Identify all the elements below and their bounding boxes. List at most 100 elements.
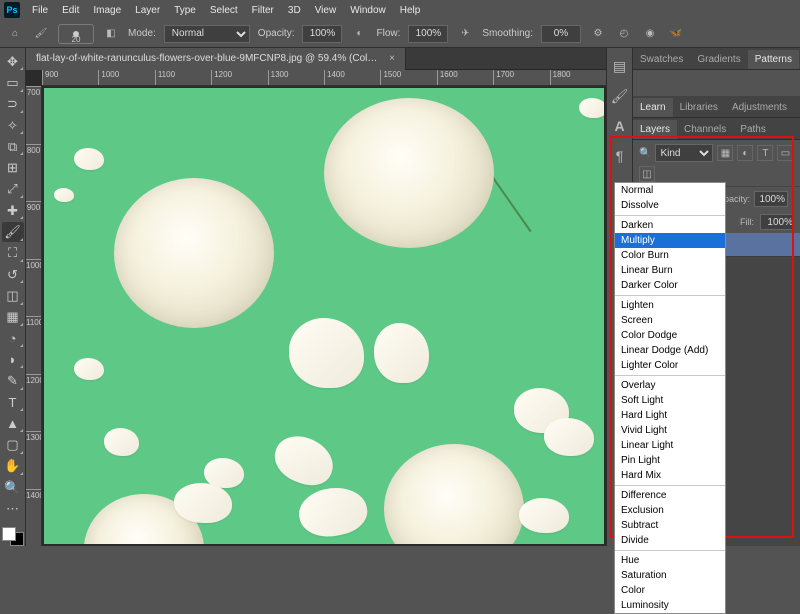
frame-tool-icon[interactable]: ⊞ [2,158,24,177]
blend-option-soft-light[interactable]: Soft Light [615,393,725,408]
layer-opacity-input[interactable] [754,191,788,207]
home-icon[interactable]: ⌂ [6,25,24,43]
blend-option-normal[interactable]: Normal [615,183,725,198]
ruler-horizontal[interactable]: 900 1000 1100 1200 1300 1400 1500 1600 1… [42,70,606,86]
blend-option-color-burn[interactable]: Color Burn [615,248,725,263]
menu-help[interactable]: Help [394,3,427,18]
canvas[interactable] [42,86,606,546]
brush-tool-icon-side[interactable]: 🖌 [2,222,24,241]
eyedropper-tool-icon[interactable]: ⤢ [2,180,24,199]
blend-option-exclusion[interactable]: Exclusion [615,503,725,518]
blend-option-screen[interactable]: Screen [615,313,725,328]
move-tool-icon[interactable]: ✥ [2,52,24,71]
crop-tool-icon[interactable]: ⧉ [2,137,24,156]
menu-type[interactable]: Type [168,3,202,18]
blend-option-dissolve[interactable]: Dissolve [615,198,725,213]
gradient-tool-icon[interactable]: ▦ [2,308,24,327]
tab-libraries[interactable]: Libraries [673,98,725,117]
stamp-tool-icon[interactable]: ⛶ [2,244,24,263]
history-panel-icon[interactable]: ▤ [610,56,630,76]
brush-tool-icon[interactable]: 🖌 [32,25,50,43]
smoothing-input[interactable] [541,25,581,43]
angle-icon[interactable]: ◴ [615,25,633,43]
tab-learn[interactable]: Learn [633,98,673,117]
blend-option-darken[interactable]: Darken [615,218,725,233]
blend-option-linear-dodge-add-[interactable]: Linear Dodge (Add) [615,343,725,358]
brush-preset-picker[interactable]: 20 [58,24,94,44]
type-tool-icon[interactable]: T [2,393,24,412]
pressure-size-icon[interactable]: ◉ [641,25,659,43]
blend-option-linear-burn[interactable]: Linear Burn [615,263,725,278]
marquee-tool-icon[interactable]: ▭ [2,73,24,92]
lasso-tool-icon[interactable]: ⊃ [2,95,24,114]
blend-option-color[interactable]: Color [615,583,725,598]
menu-window[interactable]: Window [344,3,392,18]
wand-tool-icon[interactable]: ✧ [2,116,24,135]
blend-option-vivid-light[interactable]: Vivid Light [615,423,725,438]
tab-adjustments[interactable]: Adjustments [725,98,794,117]
menu-filter[interactable]: Filter [246,3,280,18]
blend-option-hard-light[interactable]: Hard Light [615,408,725,423]
blend-option-hue[interactable]: Hue [615,553,725,568]
blend-option-hard-mix[interactable]: Hard Mix [615,468,725,483]
menu-image[interactable]: Image [87,3,127,18]
hand-tool-icon[interactable]: ✋ [2,457,24,476]
path-select-icon[interactable]: ▲ [2,414,24,433]
layer-kind-select[interactable]: Kind [655,144,713,162]
paragraph-panel-icon[interactable]: ¶ [610,146,630,166]
fill-input[interactable] [760,214,794,230]
healing-tool-icon[interactable]: ✚ [2,201,24,220]
brush-settings-icon[interactable]: ◧ [102,25,120,43]
foreground-color[interactable] [2,527,16,541]
blend-option-saturation[interactable]: Saturation [615,568,725,583]
blend-option-overlay[interactable]: Overlay [615,378,725,393]
flow-input[interactable] [408,25,448,43]
blend-option-pin-light[interactable]: Pin Light [615,453,725,468]
document-tab[interactable]: flat-lay-of-white-ranunculus-flowers-ove… [26,48,406,70]
tab-channels[interactable]: Channels [677,120,733,139]
blend-option-lighten[interactable]: Lighten [615,298,725,313]
tab-swatches[interactable]: Swatches [633,50,690,69]
tab-patterns[interactable]: Patterns [748,50,799,69]
blend-option-subtract[interactable]: Subtract [615,518,725,533]
blend-option-luminosity[interactable]: Luminosity [615,598,725,613]
blend-option-difference[interactable]: Difference [615,488,725,503]
filter-pixel-icon[interactable]: ▦ [717,145,733,161]
eraser-tool-icon[interactable]: ◫ [2,286,24,305]
tab-layers[interactable]: Layers [633,120,677,139]
blend-option-lighter-color[interactable]: Lighter Color [615,358,725,373]
pen-tool-icon[interactable]: ✎ [2,371,24,390]
zoom-tool-icon[interactable]: 🔍 [2,478,24,497]
dodge-tool-icon[interactable]: ◗ [2,350,24,369]
airbrush-icon[interactable]: ✈ [456,25,474,43]
menu-edit[interactable]: Edit [56,3,85,18]
blend-option-multiply[interactable]: Multiply [615,233,725,248]
character-panel-icon[interactable]: A [610,116,630,136]
shape-tool-icon[interactable]: ▢ [2,435,24,454]
tab-gradients[interactable]: Gradients [690,50,747,69]
tab-paths[interactable]: Paths [733,120,773,139]
menu-file[interactable]: File [26,3,54,18]
blend-option-color-dodge[interactable]: Color Dodge [615,328,725,343]
menu-layer[interactable]: Layer [129,3,166,18]
menu-3d[interactable]: 3D [282,3,307,18]
blend-mode-dropdown[interactable]: NormalDissolveDarkenMultiplyColor BurnLi… [614,182,726,614]
pressure-opacity-icon[interactable]: ◐ [350,25,368,43]
menu-view[interactable]: View [309,3,343,18]
history-brush-icon[interactable]: ↺ [2,265,24,284]
edit-toolbar-icon[interactable]: ⋯ [2,499,24,518]
filter-adjust-icon[interactable]: ◐ [737,145,753,161]
filter-type-icon[interactable]: T [757,145,773,161]
blend-mode-select-options[interactable]: Normal [164,25,250,43]
opacity-input[interactable] [302,25,342,43]
symmetry-icon[interactable]: 🦋 [667,25,685,43]
blur-tool-icon[interactable]: ◔ [2,329,24,348]
filter-shape-icon[interactable]: ▭ [777,145,793,161]
smoothing-gear-icon[interactable]: ⚙ [589,25,607,43]
filter-smart-icon[interactable]: ◫ [639,166,655,182]
ruler-vertical[interactable]: 700 800 900 1000 1100 1200 1300 1400 [26,86,42,546]
blend-option-linear-light[interactable]: Linear Light [615,438,725,453]
blend-option-darker-color[interactable]: Darker Color [615,278,725,293]
brush-panel-icon[interactable]: 🖌 [610,86,630,106]
color-swatches[interactable] [2,527,24,546]
